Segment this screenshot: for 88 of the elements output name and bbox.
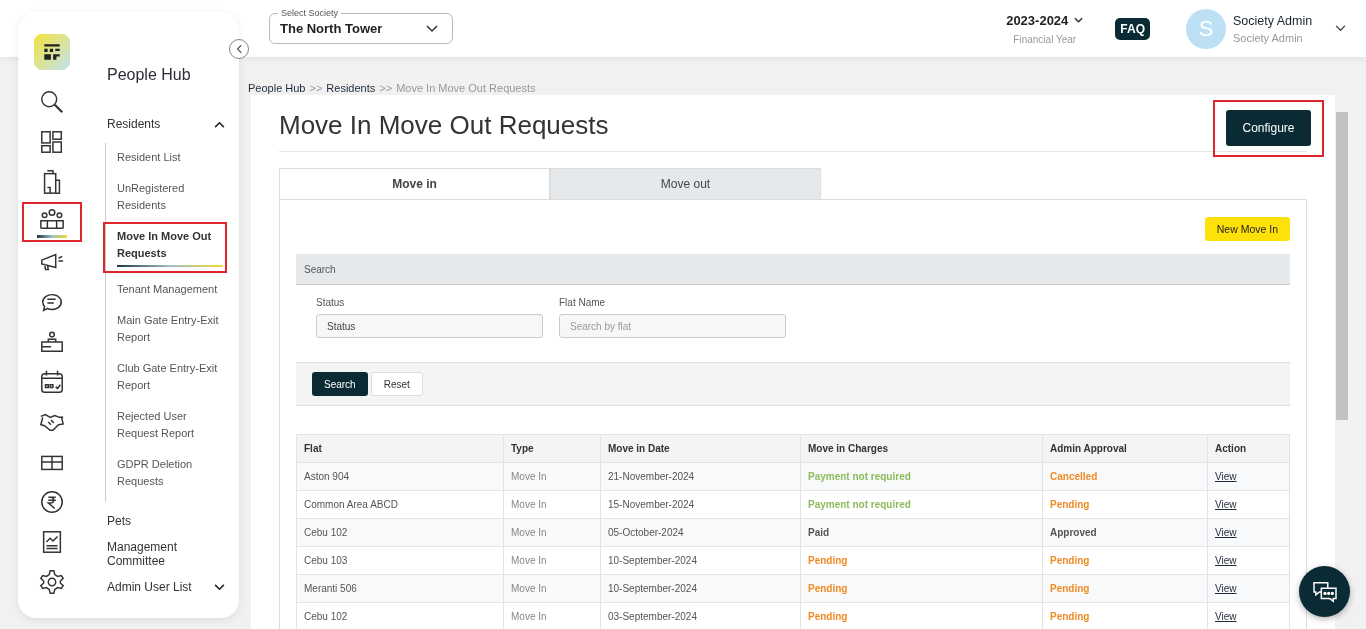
calendar-icon[interactable] <box>39 369 65 395</box>
nav-item[interactable]: Resident List <box>117 149 223 166</box>
user-name: Society Admin <box>1233 13 1314 28</box>
new-move-in-button[interactable]: New Move In <box>1204 217 1290 241</box>
configure-button[interactable]: Configure <box>1226 109 1311 146</box>
logo-icon[interactable] <box>34 34 70 70</box>
nav-item[interactable]: Admin User List <box>107 580 239 594</box>
nav-item[interactable]: Main Gate Entry-Exit Report <box>117 312 223 346</box>
status-cell: Payment not required <box>800 462 1043 491</box>
view-link[interactable]: View <box>1207 462 1290 491</box>
tab[interactable]: Move out <box>550 168 821 199</box>
rupee-icon[interactable] <box>39 489 65 515</box>
reset-button[interactable]: Reset <box>370 372 423 396</box>
column-header: Action <box>1207 434 1290 463</box>
status-cell: Payment not required <box>800 490 1043 519</box>
input-field[interactable]: Search by flat <box>559 314 786 338</box>
view-link[interactable]: View <box>1207 574 1290 603</box>
table-cell: Meranti 506 <box>296 574 504 603</box>
field-label: Flat Name <box>559 297 607 308</box>
field-label: Status <box>316 297 346 308</box>
nav-item[interactable]: UnRegistered Residents <box>117 180 223 214</box>
status-cell: Paid <box>800 518 1043 547</box>
column-header: Type <box>503 434 601 463</box>
column-header: Move in Date <box>600 434 801 463</box>
status-cell: Cancelled <box>1042 462 1208 491</box>
table-cell: 10-September-2024 <box>600 574 801 603</box>
user-role: Society Admin <box>1233 31 1304 44</box>
column-header: Admin Approval <box>1042 434 1208 463</box>
nav-item[interactable]: Residents <box>107 117 239 131</box>
breadcrumb-link[interactable]: People Hub <box>248 81 306 95</box>
chevron-down-icon <box>1074 17 1084 23</box>
table-cell: Move In <box>503 574 601 603</box>
nav-item[interactable]: Management Committee <box>107 540 239 568</box>
table-cell: Move In <box>503 518 601 547</box>
section-title: People Hub <box>107 66 192 84</box>
financial-year-caption: Financial Year <box>1013 33 1077 45</box>
table-cell: Cebu 102 <box>296 518 504 547</box>
table-cell: 15-November-2024 <box>600 490 801 519</box>
status-cell: Pending <box>1042 574 1208 603</box>
status-cell: Pending <box>1042 490 1208 519</box>
status-cell: Pending <box>800 546 1043 575</box>
search-icon[interactable] <box>39 89 65 115</box>
column-header: Move in Charges <box>800 434 1043 463</box>
table-cell: Cebu 102 <box>296 602 504 629</box>
avatar: S <box>1186 8 1226 49</box>
table-cell: 21-November-2024 <box>600 462 801 491</box>
chat-icon <box>1311 580 1338 603</box>
view-link[interactable]: View <box>1207 518 1290 547</box>
breadcrumb-link[interactable]: Residents <box>326 81 376 95</box>
chevron-left-icon <box>236 44 242 54</box>
nav-item[interactable]: Rejected User Request Report <box>117 408 223 442</box>
breadcrumb-separator: >> <box>309 81 323 95</box>
nav-item[interactable]: GDPR Deletion Requests <box>117 456 223 490</box>
status-cell: Approved <box>1042 518 1208 547</box>
view-link[interactable]: View <box>1207 546 1290 575</box>
table-cell: Common Area ABCD <box>296 490 504 519</box>
status-cell: Pending <box>1042 546 1208 575</box>
search-heading: Search <box>296 254 1290 285</box>
table-cell: Cebu 103 <box>296 546 504 575</box>
column-header: Flat <box>296 434 504 463</box>
input-field[interactable]: Status <box>316 314 543 338</box>
breadcrumb-separator: >> <box>379 81 393 95</box>
table-cell: 05-October-2024 <box>600 518 801 547</box>
chevron-down-icon <box>426 24 438 33</box>
nav-item[interactable]: Club Gate Entry-Exit Report <box>117 360 223 394</box>
table-cell: Move In <box>503 490 601 519</box>
search-button[interactable]: Search <box>312 372 368 396</box>
people-icon[interactable] <box>39 206 65 232</box>
settings-icon[interactable] <box>39 569 65 595</box>
grid-icon[interactable] <box>39 129 65 155</box>
table-cell: Aston 904 <box>296 462 504 491</box>
chevron-down-icon[interactable] <box>1335 25 1346 32</box>
faq-button[interactable]: FAQ <box>1115 17 1150 40</box>
table-cell: Move In <box>503 546 601 575</box>
desk-icon[interactable] <box>39 329 65 355</box>
breadcrumb-current: Move In Move Out Requests <box>396 81 536 95</box>
view-link[interactable]: View <box>1207 490 1290 519</box>
table-cell: Move In <box>503 462 601 491</box>
nav-item[interactable]: Tenant Management <box>117 281 223 298</box>
page-title: Move In Move Out Requests <box>279 108 609 141</box>
status-cell: Pending <box>800 574 1043 603</box>
select-label: Select Society <box>278 7 342 19</box>
nav-item[interactable]: Move In Move Out Requests <box>117 228 223 262</box>
financial-year-value[interactable]: 2023-2024 <box>1006 12 1069 28</box>
tab[interactable]: Move in <box>279 168 550 199</box>
nav-item[interactable]: Pets <box>107 514 239 528</box>
collapse-button[interactable] <box>229 39 249 59</box>
table-cell: 10-September-2024 <box>600 546 801 575</box>
